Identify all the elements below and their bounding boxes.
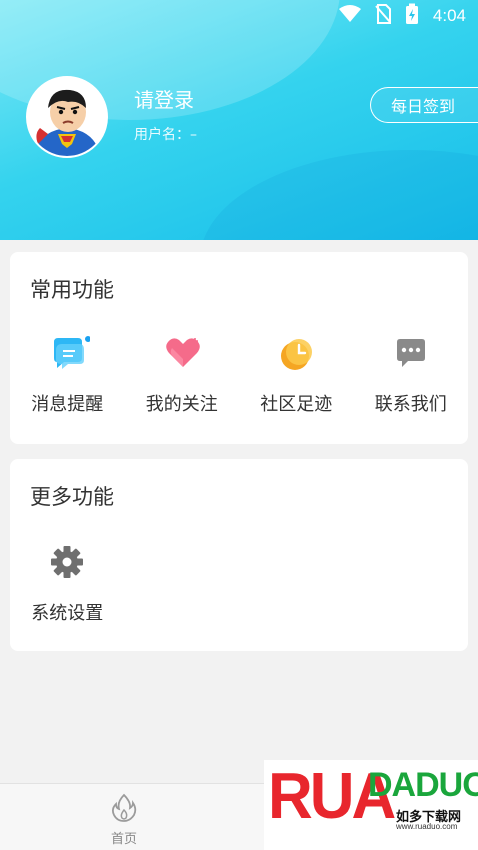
clock-icon — [279, 336, 313, 370]
card-title: 更多功能 — [30, 485, 114, 509]
system-settings-item[interactable]: 系统设置 — [10, 545, 125, 625]
profile-header: 4:04 请登录 用户名：– 每日签到 — [0, 0, 478, 240]
username-label: 用户名：– — [134, 127, 197, 143]
nav-home-tab[interactable]: 首页 — [94, 792, 154, 847]
no-sim-icon — [375, 4, 391, 28]
message-reminder-item[interactable]: 消息提醒 — [10, 336, 125, 416]
gear-icon — [50, 545, 84, 579]
func-label: 社区足迹 — [260, 394, 333, 415]
community-footprint-item[interactable]: 社区足迹 — [239, 336, 354, 416]
watermark-logo: RUA DADUO 如多下载网 www.ruaduo.com — [264, 760, 478, 850]
func-label: 系统设置 — [31, 603, 104, 624]
func-label: 联系我们 — [374, 394, 447, 415]
header-wave-decoration-2 — [200, 150, 478, 240]
wifi-icon — [338, 5, 361, 27]
daily-checkin-button[interactable]: 每日签到 — [370, 87, 478, 123]
flame-icon — [109, 792, 139, 826]
login-prompt[interactable]: 请登录 — [134, 84, 194, 113]
status-bar: 4:04 — [0, 0, 478, 32]
contact-us-item[interactable]: 联系我们 — [354, 336, 469, 416]
status-time: 4:04 — [432, 6, 466, 25]
common-functions-card: 常用功能 消息提醒 我的关注 社区足迹 联系我们 — [10, 252, 468, 444]
func-label: 消息提醒 — [31, 394, 104, 415]
my-follows-item[interactable]: 我的关注 — [125, 336, 240, 416]
chat-bubble-icon — [50, 336, 92, 370]
common-functions-row: 消息提醒 我的关注 社区足迹 联系我们 — [10, 336, 468, 416]
card-title: 常用功能 — [30, 278, 114, 302]
heart-icon — [165, 336, 200, 370]
battery-charging-icon — [405, 3, 419, 29]
func-label: 我的关注 — [145, 394, 218, 415]
watermark-url-text: www.ruaduo.com — [396, 822, 458, 831]
watermark-duo-text: DADUO — [368, 766, 478, 804]
superman-avatar-icon — [28, 78, 106, 156]
avatar[interactable] — [26, 76, 108, 158]
message-icon — [394, 336, 428, 370]
nav-home-label: 首页 — [110, 832, 137, 847]
more-functions-card: 更多功能 系统设置 — [10, 459, 468, 651]
